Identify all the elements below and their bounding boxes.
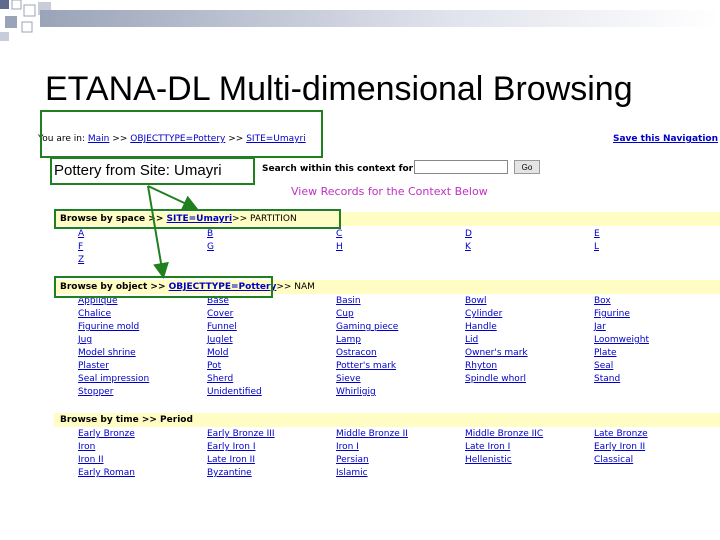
arrow-to-space: [147, 185, 199, 211]
annotation-arrows: [147, 185, 199, 279]
arrow-to-object: [147, 185, 169, 279]
